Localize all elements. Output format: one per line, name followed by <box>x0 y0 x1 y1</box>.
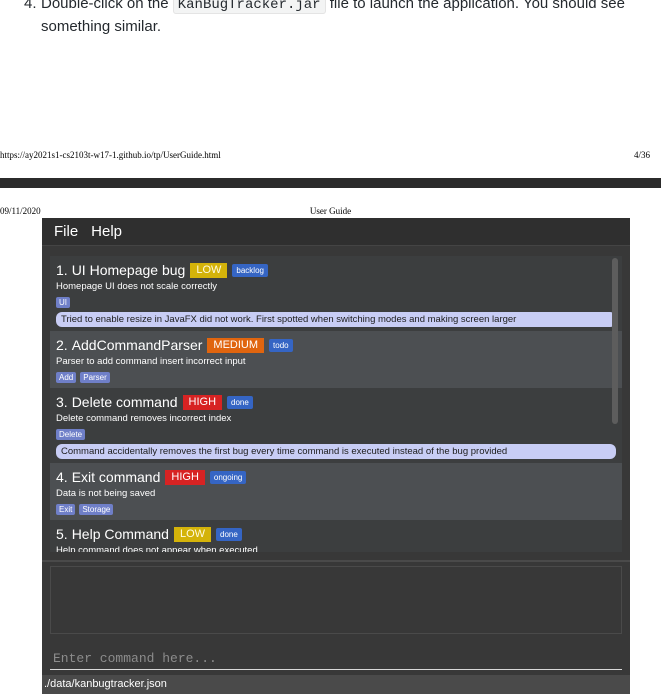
bug-description: Delete command removes incorrect index <box>56 413 232 424</box>
bug-list[interactable]: 1. UI Homepage bug LOW backlog Homepage … <box>50 256 622 552</box>
scrollbar-thumb[interactable] <box>612 258 618 424</box>
bug-note: Command accidentally removes the first b… <box>56 444 616 459</box>
step-text-after: file to launch the application. You shou… <box>329 0 625 12</box>
bug-index: 5. <box>56 526 68 542</box>
page-separator <box>0 178 661 188</box>
command-input[interactable] <box>50 642 622 669</box>
footer-page-number: 4/36 <box>633 150 650 160</box>
bug-name: AddCommandParser <box>71 337 203 353</box>
bug-name: Exit command <box>71 469 161 485</box>
step-text-line2: something similar. <box>41 18 162 35</box>
bug-name: Help Command <box>71 526 169 542</box>
tag-list: Add Parser <box>56 370 616 384</box>
step-text-before: Double-click on the <box>41 0 169 12</box>
tag: Add <box>56 371 77 383</box>
bug-index: 2. <box>56 337 68 353</box>
tag-list: UI <box>56 295 616 309</box>
bug-card[interactable]: 5. Help Command LOW done Help command do… <box>50 520 622 552</box>
bug-description: Homepage UI does not scale correctly <box>56 281 218 292</box>
step-number: 4. <box>24 0 37 12</box>
bug-description: Data is not being saved <box>56 488 156 499</box>
severity-badge: MEDIUM <box>207 337 265 353</box>
result-display <box>50 566 622 634</box>
instruction-step: 4. Double-click on the KanBugTracker.jar … <box>24 0 644 38</box>
menu-help[interactable]: Help <box>91 223 122 240</box>
bug-index: 3. <box>56 394 68 410</box>
tag: Parser <box>80 371 110 383</box>
state-badge: todo <box>269 338 293 352</box>
tag-list: Delete <box>56 427 616 441</box>
menu-bar: File Help <box>42 218 630 246</box>
status-bar: ./data/kanbugtracker.json <box>42 675 630 694</box>
bug-card[interactable]: 4. Exit command HIGH ongoing Data is not… <box>50 463 622 520</box>
bug-description: Parser to add command insert incorrect i… <box>56 356 246 367</box>
tag: Delete <box>56 428 86 440</box>
footer-url: https://ay2021s1-cs2103t-w17-1.github.io… <box>0 150 221 160</box>
severity-badge: LOW <box>190 262 228 278</box>
command-box <box>50 642 622 670</box>
panel-divider <box>42 560 630 562</box>
bug-card[interactable]: 3. Delete command HIGH done Delete comma… <box>50 388 622 463</box>
app-window: File Help 1. UI Homepage bug LOW backlog… <box>42 218 630 694</box>
bug-list-scrollbar[interactable] <box>612 258 620 550</box>
header-title: User Guide <box>309 206 352 216</box>
bug-note: Tried to enable resize in JavaFX did not… <box>56 312 616 327</box>
state-badge: backlog <box>232 263 268 277</box>
severity-badge: LOW <box>173 526 212 542</box>
tag: Exit <box>56 503 76 515</box>
bug-card[interactable]: 1. UI Homepage bug LOW backlog Homepage … <box>50 256 622 331</box>
state-badge: ongoing <box>209 470 247 484</box>
severity-badge: HIGH <box>182 394 223 410</box>
state-badge: done <box>216 527 242 541</box>
jar-filename-code: KanBugTracker.jar <box>172 0 326 14</box>
bug-index: 1. <box>56 262 68 278</box>
tag-list: Exit Storage <box>56 502 616 516</box>
bug-name: Delete command <box>71 394 178 410</box>
bug-index: 4. <box>56 469 68 485</box>
menu-file[interactable]: File <box>54 223 78 240</box>
state-badge: done <box>227 395 253 409</box>
bug-description: Help command does not appear when execut… <box>56 545 258 552</box>
tag: Storage <box>79 503 114 515</box>
bug-card[interactable]: 2. AddCommandParser MEDIUM todo Parser t… <box>50 331 622 388</box>
bug-name: UI Homepage bug <box>71 262 186 278</box>
save-file-path: ./data/kanbugtracker.json <box>44 678 167 690</box>
tag: UI <box>56 296 70 308</box>
severity-badge: HIGH <box>165 469 205 485</box>
